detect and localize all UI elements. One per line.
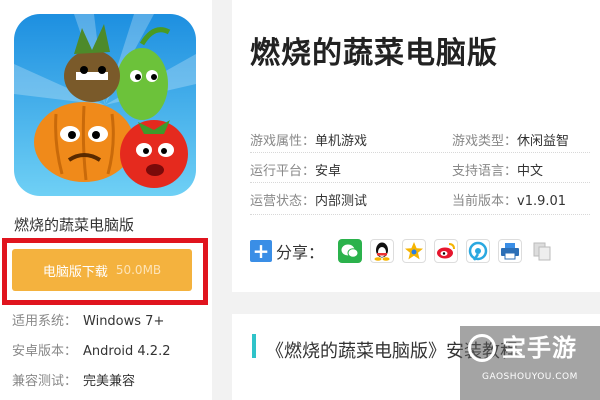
share-bar: + 分享： — [250, 236, 562, 266]
attr-label: 支持语言： — [452, 164, 518, 179]
section-accent-bar — [252, 334, 256, 358]
share-label: 分享： — [276, 243, 325, 262]
download-button[interactable]: 电脑版下载 50.0MB — [12, 249, 192, 291]
attr-label: 游戏属性： — [250, 134, 316, 149]
attr-value: 内部测试 — [315, 194, 368, 209]
info-compat-label: 兼容测试： — [12, 374, 78, 389]
qq-icon[interactable] — [370, 239, 395, 263]
attr-value: 中文 — [517, 164, 544, 179]
attr-status: 运营状态：内部测试 — [250, 190, 367, 209]
attr-label: 游戏类型： — [452, 134, 518, 149]
attr-label: 当前版本： — [452, 194, 518, 209]
weibo-icon[interactable] — [434, 239, 459, 263]
info-android-label: 安卓版本： — [12, 344, 78, 359]
divider — [250, 214, 590, 215]
page-title: 燃烧的蔬菜电脑版 — [250, 36, 498, 71]
app-name: 燃烧的蔬菜电脑版 — [14, 216, 135, 234]
attr-value: 安卓 — [315, 164, 342, 179]
attr-value: 休闲益智 — [517, 134, 570, 149]
info-android-value: Android 4.2.2 — [83, 344, 171, 359]
info-system-label: 适用系统： — [12, 314, 78, 329]
wechat-icon[interactable] — [338, 239, 363, 263]
watermark-logo-icon — [468, 334, 496, 362]
attr-language: 支持语言：中文 — [452, 160, 543, 179]
tencent-weibo-icon[interactable] — [466, 239, 491, 263]
copy-icon[interactable] — [530, 239, 555, 263]
attr-platform: 运行平台：安卓 — [250, 160, 341, 179]
info-system: 适用系统： Windows 7+ — [12, 310, 164, 329]
print-icon[interactable] — [498, 239, 523, 263]
divider — [250, 182, 590, 183]
attr-value: v1.9.01 — [517, 194, 567, 209]
app-icon[interactable] — [14, 14, 196, 196]
attr-value: 单机游戏 — [315, 134, 368, 149]
attr-label: 运营状态： — [250, 194, 316, 209]
watermark-text: 宝手游 — [502, 334, 577, 362]
download-size: 50.0MB — [115, 263, 162, 277]
attr-version: 当前版本：v1.9.01 — [452, 190, 566, 209]
info-compat-value: 完美兼容 — [83, 374, 136, 389]
attr-label: 运行平台： — [250, 164, 316, 179]
info-android: 安卓版本： Android 4.2.2 — [12, 340, 171, 359]
divider — [250, 152, 590, 153]
download-button-label: 电脑版下载 — [42, 264, 108, 280]
qzone-icon[interactable] — [402, 239, 427, 263]
info-system-value: Windows 7+ — [83, 314, 165, 329]
watermark-sub: GAOSHOUYOU.COM — [482, 372, 578, 382]
info-compat: 兼容测试： 完美兼容 — [12, 370, 135, 389]
attr-game-property: 游戏属性：单机游戏 — [250, 130, 367, 149]
share-plus-icon[interactable]: + — [250, 240, 272, 262]
attr-game-type: 游戏类型：休闲益智 — [452, 130, 569, 149]
